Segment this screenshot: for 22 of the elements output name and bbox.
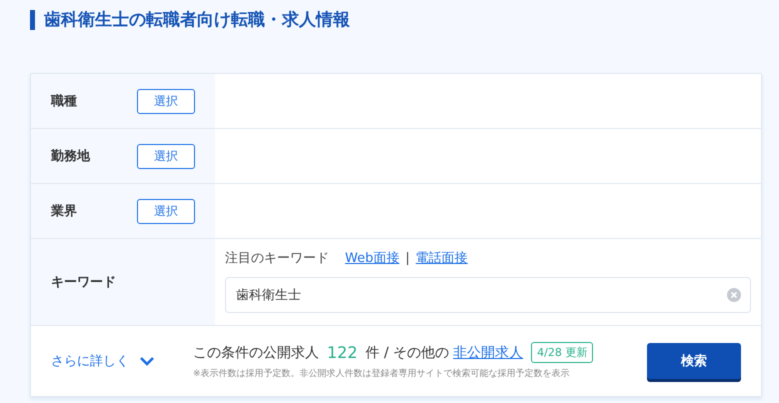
footnote: ※表示件数は採用予定数。非公開求人件数は登録者専用サイトで検索可能な採用予定数を表示 xyxy=(193,368,571,380)
featured-keywords-label: 注目のキーワード xyxy=(225,250,329,267)
page-title: 歯科衛生士の転職者向け転職・求人情報 xyxy=(30,10,779,30)
result-count: 122 xyxy=(327,343,358,362)
more-options-link[interactable]: さらに詳しく xyxy=(51,352,129,370)
keyword-label: キーワード xyxy=(51,274,117,291)
keyword-link[interactable]: Web面接 xyxy=(345,249,400,267)
keyword-link[interactable]: 電話面接 xyxy=(416,249,468,267)
select-button[interactable]: 選択 xyxy=(137,88,195,114)
result-text: この条件の公開求人 xyxy=(193,344,319,362)
select-button[interactable]: 選択 xyxy=(137,144,195,168)
chevron-down-icon[interactable] xyxy=(139,356,155,366)
update-badge: 4/28 更新 xyxy=(531,342,594,363)
filter-label: 職種 xyxy=(51,92,78,110)
filter-label: 業界 xyxy=(51,203,78,220)
result-text: 件 / その他の xyxy=(366,344,450,362)
search-button[interactable]: 検索 xyxy=(647,343,741,379)
private-jobs-link[interactable]: 非公開求人 xyxy=(453,344,524,362)
filter-label: 勤務地 xyxy=(51,148,92,165)
separator: | xyxy=(405,250,410,266)
keyword-field[interactable]: 歯科衛生士 xyxy=(225,277,751,313)
select-button[interactable]: 選択 xyxy=(137,198,195,224)
